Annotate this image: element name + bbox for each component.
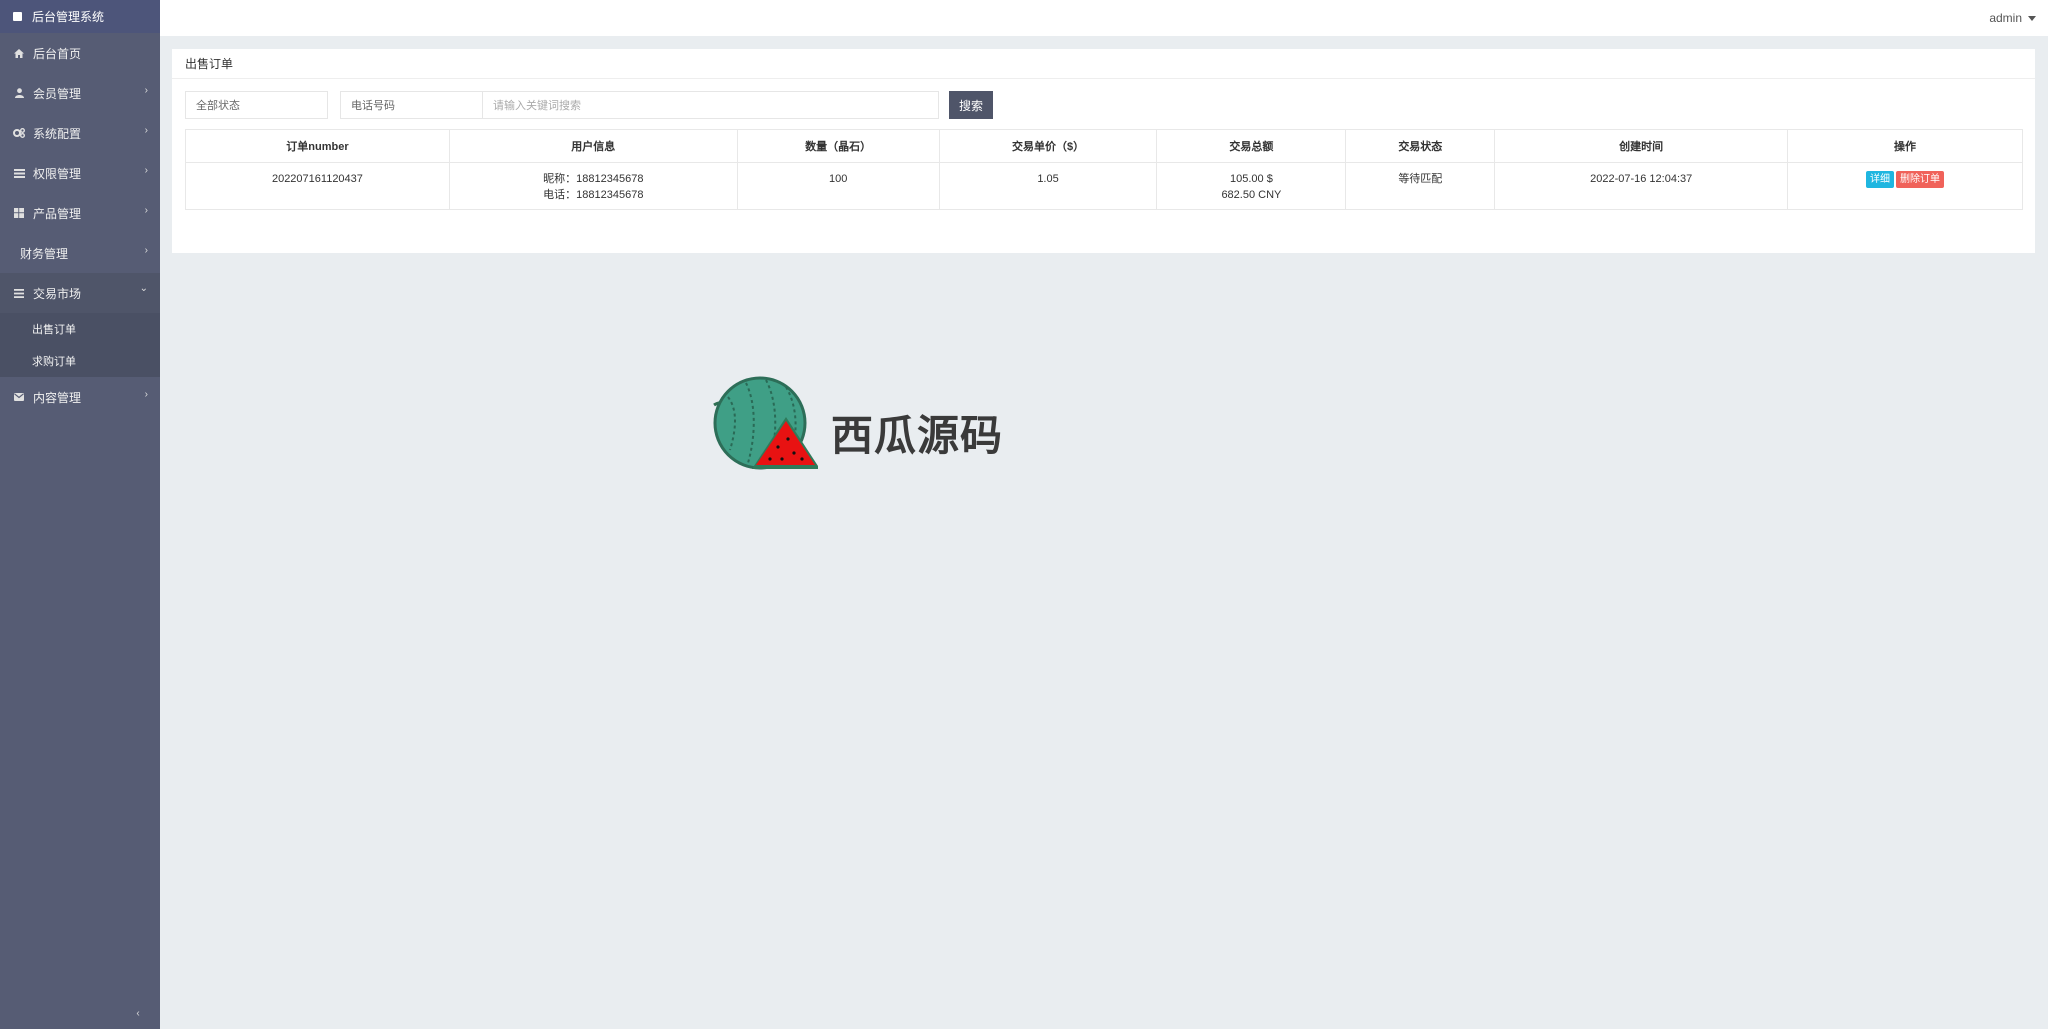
- col-header-actions: 操作: [1787, 129, 2023, 163]
- delete-order-button[interactable]: 删除订单: [1896, 171, 1945, 188]
- collapse-sidebar-icon[interactable]: ‹: [131, 1006, 145, 1020]
- col-header-user-info: 用户信息: [448, 129, 738, 163]
- chevron-right-icon: ›: [144, 85, 148, 96]
- col-header-quantity: 数量（晶石）: [736, 129, 940, 163]
- user-icon: [13, 88, 25, 98]
- user-menu[interactable]: admin: [1989, 11, 2036, 25]
- status-select[interactable]: 全部状态: [185, 91, 328, 119]
- col-header-created: 创建时间: [1494, 129, 1789, 163]
- trade-market-submenu: 出售订单 求购订单: [0, 313, 160, 377]
- panel-title: 出售订单: [172, 49, 2035, 79]
- filter-bar: 全部状态 电话号码 请输入关键词搜索 搜索: [185, 91, 993, 119]
- sidebar-item-label: 权限管理: [33, 166, 82, 181]
- cell-status: 等待匹配: [1345, 162, 1496, 210]
- home-icon: [13, 48, 25, 58]
- submenu-item-buy-orders[interactable]: 求购订单: [0, 345, 160, 377]
- chevron-right-icon: ›: [144, 389, 148, 400]
- brand-title: 后台管理系统: [32, 10, 105, 24]
- cell-unit-price: 1.05: [938, 162, 1158, 210]
- chevron-right-icon: ›: [144, 125, 148, 136]
- cell-quantity: 100: [736, 162, 940, 210]
- list-icon: [13, 288, 25, 298]
- cell-order-no: 202207161120437: [185, 162, 450, 210]
- sidebar-item-label: 交易市场: [33, 286, 82, 301]
- sidebar-item-system-config[interactable]: 系统配置 ›: [0, 113, 160, 153]
- topbar: admin: [160, 0, 2048, 36]
- total-cny: 682.50 CNY: [1221, 189, 1282, 201]
- phone-select[interactable]: 电话号码: [340, 91, 483, 119]
- gears-icon: [13, 128, 25, 138]
- cell-total: 105.00 $ 682.50 CNY: [1156, 162, 1347, 210]
- sidebar-item-home[interactable]: 后台首页: [0, 33, 160, 73]
- sidebar-brand[interactable]: 后台管理系统: [0, 0, 160, 33]
- user-phone: 电话：18812345678: [543, 189, 644, 201]
- sidebar-menu: 后台首页 会员管理 › 系统配置 › 权限管理 › 产品管理 › 财务管理 › …: [0, 33, 160, 417]
- chevron-right-icon: ›: [144, 245, 148, 256]
- chevron-right-icon: ›: [144, 165, 148, 176]
- cell-actions: 详细 删除订单: [1787, 162, 2023, 210]
- table-row: 202207161120437 昵称：18812345678 电话：188123…: [185, 162, 2023, 210]
- envelope-icon: [13, 393, 25, 401]
- keyword-search-input[interactable]: 请输入关键词搜索: [483, 91, 939, 119]
- sidebar-item-label: 系统配置: [33, 126, 82, 141]
- table-header-row: 订单number 用户信息 数量（晶石） 交易单价（$） 交易总额 交易状态 创…: [185, 129, 2023, 163]
- col-header-status: 交易状态: [1345, 129, 1496, 163]
- cell-created: 2022-07-16 12:04:37: [1494, 162, 1789, 210]
- sidebar-item-label: 财务管理: [20, 246, 69, 261]
- sidebar: 后台管理系统 后台首页 会员管理 › 系统配置 › 权限管理 › 产品管理 › …: [0, 0, 160, 1029]
- sidebar-item-finance[interactable]: 财务管理 ›: [0, 233, 160, 273]
- sidebar-item-label: 会员管理: [33, 86, 82, 101]
- sidebar-item-label: 内容管理: [33, 390, 82, 405]
- search-button[interactable]: 搜索: [949, 91, 993, 119]
- sidebar-item-label: 后台首页: [33, 46, 82, 61]
- table-icon: [13, 168, 25, 178]
- chevron-down-icon: ⌄: [139, 283, 148, 294]
- detail-button[interactable]: 详细: [1866, 171, 1895, 188]
- col-header-unit-price: 交易单价（$）: [938, 129, 1158, 163]
- orders-panel: 出售订单 全部状态 电话号码 请输入关键词搜索 搜索 订单number 用户信息…: [172, 49, 2035, 253]
- sidebar-item-trade-market[interactable]: 交易市场 ⌄: [0, 273, 160, 313]
- sidebar-item-members[interactable]: 会员管理 ›: [0, 73, 160, 113]
- col-header-order-no: 订单number: [185, 129, 450, 163]
- chevron-right-icon: ›: [144, 205, 148, 216]
- sidebar-item-permissions[interactable]: 权限管理 ›: [0, 153, 160, 193]
- username: admin: [1989, 11, 2022, 25]
- caret-down-icon: [2028, 15, 2036, 21]
- cell-user-info: 昵称：18812345678 电话：18812345678: [448, 162, 738, 210]
- orders-table: 订单number 用户信息 数量（晶石） 交易单价（$） 交易总额 交易状态 创…: [185, 129, 2023, 210]
- sidebar-item-content[interactable]: 内容管理 ›: [0, 377, 160, 417]
- submenu-item-sell-orders[interactable]: 出售订单: [0, 313, 160, 345]
- user-nickname: 昵称：18812345678: [543, 173, 644, 185]
- sidebar-item-products[interactable]: 产品管理 ›: [0, 193, 160, 233]
- col-header-total: 交易总额: [1156, 129, 1347, 163]
- sidebar-item-label: 产品管理: [33, 206, 82, 221]
- watermelon-logo-icon: [713, 376, 818, 470]
- brand-square-icon: [13, 12, 22, 21]
- watermark-text: 西瓜源码: [831, 411, 1004, 460]
- windows-icon: [13, 208, 25, 218]
- total-usd: 105.00 $: [1230, 173, 1273, 185]
